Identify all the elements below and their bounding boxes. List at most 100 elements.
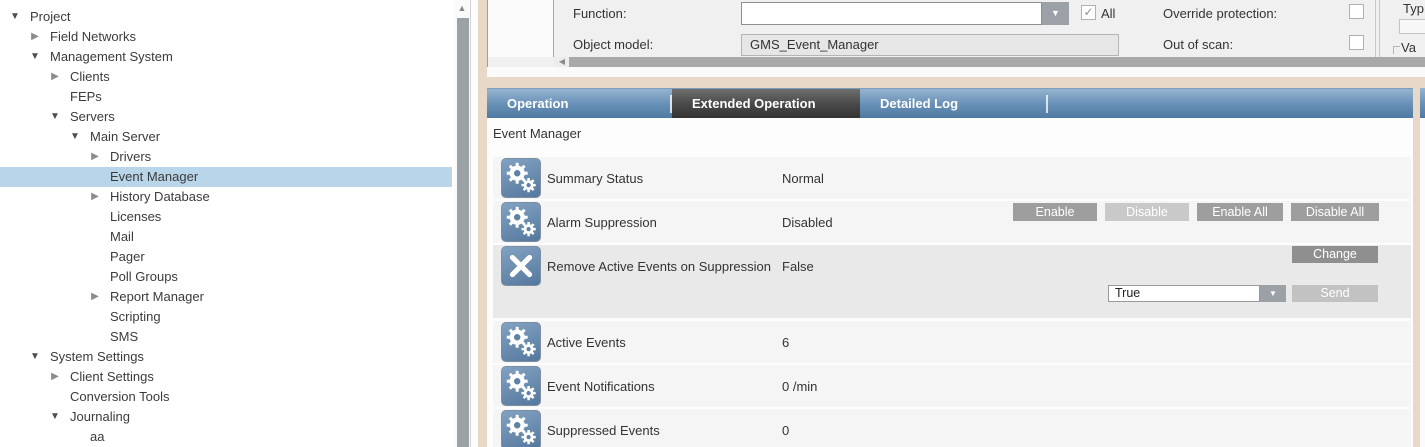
tree-expander-icon[interactable]: ▶ <box>28 27 42 47</box>
tree-item-label: Poll Groups <box>110 267 178 287</box>
tree-item-label: History Database <box>110 187 210 207</box>
function-dropdown[interactable] <box>741 2 1042 25</box>
property-icon-button[interactable] <box>501 158 541 198</box>
property-label: Remove Active Events on Suppression <box>547 259 771 274</box>
property-icon-button[interactable] <box>501 366 541 406</box>
tree-expander-icon[interactable]: ▼ <box>48 107 62 127</box>
tree-item[interactable]: ▶ History Database <box>0 187 452 207</box>
property-row: Active Events 6 <box>493 321 1411 363</box>
tree-item[interactable]: ▼ Management System <box>0 47 452 67</box>
tree-scrollbar-thumb[interactable] <box>457 18 469 447</box>
scroll-left-arrow-icon[interactable]: ◀ <box>556 57 568 67</box>
tree-expander-icon[interactable]: ▼ <box>48 407 62 427</box>
out-of-scan-label: Out of scan: <box>1163 37 1233 52</box>
enable-all-button[interactable]: Enable All <box>1197 203 1283 221</box>
tree-item[interactable]: ▼ Main Server <box>0 127 452 147</box>
disable-all-button[interactable]: Disable All <box>1291 203 1379 221</box>
gears-icon <box>502 159 540 197</box>
gears-icon <box>502 367 540 405</box>
tree-expander-icon[interactable]: ▶ <box>88 147 102 167</box>
tree-item[interactable]: Event Manager <box>0 167 452 187</box>
tree-item[interactable]: ▼ Servers <box>0 107 452 127</box>
system-browser-tree-panel: ▼ Project ▶ Field Networks ▼ Management … <box>0 0 471 447</box>
tree-item[interactable]: Scripting <box>0 307 452 327</box>
tree-item-label: Pager <box>110 247 145 267</box>
out-of-scan-checkbox[interactable] <box>1349 35 1364 50</box>
tree-item-label: Licenses <box>110 207 161 227</box>
tree-expander-icon[interactable]: ▶ <box>48 67 62 87</box>
property-icon-button[interactable] <box>501 322 541 362</box>
all-checkbox-label: All <box>1101 6 1115 21</box>
type-group-box <box>1399 19 1425 34</box>
tree-item[interactable]: ▶ Report Manager <box>0 287 452 307</box>
value-dropdown[interactable]: True <box>1108 285 1260 302</box>
tab-detailed-log[interactable]: Detailed Log <box>860 89 1046 118</box>
property-icon-button[interactable] <box>501 246 541 286</box>
enable-button[interactable]: Enable <box>1013 203 1097 221</box>
tree-expander-icon[interactable]: ▼ <box>68 127 82 147</box>
function-dropdown-arrow-icon[interactable]: ▼ <box>1042 2 1069 25</box>
horizontal-scrollbar-thumb[interactable] <box>569 57 1425 67</box>
value-group-label: Va <box>1401 40 1425 55</box>
property-label: Summary Status <box>547 171 643 186</box>
property-label: Alarm Suppression <box>547 215 657 230</box>
send-button[interactable]: Send <box>1292 285 1378 302</box>
tree-item[interactable]: Conversion Tools <box>0 387 452 407</box>
tree-item[interactable]: ▶ Clients <box>0 67 452 87</box>
property-value: Normal <box>782 171 824 186</box>
properties-left-column <box>488 0 554 57</box>
x-icon <box>502 247 540 285</box>
adjacent-panel-tabbar-sliver <box>1420 88 1425 118</box>
tree-expander-icon[interactable]: ▼ <box>28 347 42 367</box>
tree-item-label: Servers <box>70 107 115 127</box>
tree-expander-icon[interactable]: ▶ <box>88 287 102 307</box>
tree-item[interactable]: FEPs <box>0 87 452 107</box>
tree-item-label: Mail <box>110 227 134 247</box>
tree-item[interactable]: ▶ Client Settings <box>0 367 452 387</box>
tree-item[interactable]: ▼ Project <box>0 7 452 27</box>
tree-item[interactable]: ▶ Drivers <box>0 147 452 167</box>
property-icon-button[interactable] <box>501 410 541 447</box>
tree-item-label: FEPs <box>70 87 102 107</box>
tree-item-label: Clients <box>70 67 110 87</box>
property-value: 0 <box>782 423 789 438</box>
tree-item-label: Main Server <box>90 127 160 147</box>
property-label: Suppressed Events <box>547 423 660 438</box>
tree-item-label: Report Manager <box>110 287 204 307</box>
tree-item[interactable]: Pager <box>0 247 452 267</box>
property-value: Disabled <box>782 215 833 230</box>
disable-button[interactable]: Disable <box>1105 203 1189 221</box>
property-label: Event Notifications <box>547 379 655 394</box>
tree-item-label: Event Manager <box>110 167 198 187</box>
tree-expander-icon[interactable]: ▼ <box>28 47 42 67</box>
tree-item-list: ▼ Project ▶ Field Networks ▼ Management … <box>0 7 452 447</box>
tree-item[interactable]: Licenses <box>0 207 452 227</box>
tree-item[interactable]: ▼ System Settings <box>0 347 452 367</box>
tree-item-label: Client Settings <box>70 367 154 387</box>
tree-expander-icon[interactable]: ▶ <box>48 367 62 387</box>
all-checkbox[interactable]: ✓ <box>1081 5 1096 20</box>
object-model-field: GMS_Event_Manager <box>741 34 1119 56</box>
property-icon-button[interactable] <box>501 202 541 242</box>
override-protection-checkbox[interactable] <box>1349 4 1364 19</box>
scroll-up-arrow-icon[interactable]: ▲ <box>454 0 470 16</box>
tab-operation[interactable]: Operation <box>487 89 670 118</box>
tree-item[interactable]: Poll Groups <box>0 267 452 287</box>
tree-vertical-scrollbar[interactable]: ▲ <box>454 0 470 447</box>
tab-extended-operation[interactable]: Extended Operation <box>672 89 860 118</box>
object-model-label: Object model: <box>573 37 653 52</box>
tree-item[interactable]: SMS <box>0 327 452 347</box>
tree-item[interactable]: aa <box>0 427 452 447</box>
change-button[interactable]: Change <box>1292 246 1378 263</box>
panel-heading: Event Manager <box>493 126 581 141</box>
tree-item[interactable]: ▶ Field Networks <box>0 27 452 47</box>
value-dropdown-arrow-icon[interactable]: ▼ <box>1260 285 1286 302</box>
panel-splitter <box>1375 0 1380 57</box>
tree-item[interactable]: ▼ Journaling <box>0 407 452 427</box>
value-group-box-corner <box>1393 46 1400 54</box>
tree-item-label: Drivers <box>110 147 151 167</box>
properties-horizontal-scrollbar[interactable]: ◀ <box>554 57 1425 67</box>
tree-expander-icon[interactable]: ▼ <box>8 7 22 27</box>
tree-expander-icon[interactable]: ▶ <box>88 187 102 207</box>
tree-item[interactable]: Mail <box>0 227 452 247</box>
